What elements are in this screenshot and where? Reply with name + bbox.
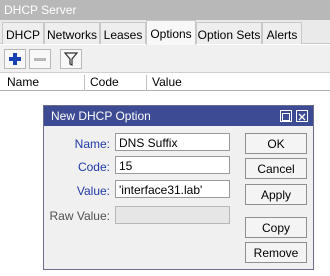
- column-name[interactable]: Name: [2, 75, 86, 91]
- raw-value-label: Raw Value:: [49, 209, 110, 223]
- value-label: Value:: [76, 184, 110, 198]
- column-value[interactable]: Value: [146, 75, 330, 91]
- remove-button[interactable]: Remove: [245, 242, 307, 263]
- code-label: Code:: [77, 160, 110, 174]
- table-header: Name Code Value: [0, 73, 330, 91]
- window-title: DHCP Server: [0, 0, 330, 20]
- tab-options[interactable]: Options: [146, 20, 196, 45]
- column-code[interactable]: Code: [84, 75, 146, 91]
- tab-networks[interactable]: Networks: [44, 22, 100, 44]
- add-button[interactable]: [4, 49, 26, 69]
- add-icon: [9, 53, 21, 65]
- copy-button[interactable]: Copy: [245, 217, 307, 238]
- code-field[interactable]: 15: [115, 156, 230, 174]
- tab-option-sets[interactable]: Option Sets: [196, 22, 262, 44]
- toolbar: [0, 45, 330, 73]
- cancel-button[interactable]: Cancel: [245, 158, 307, 179]
- filter-button[interactable]: [60, 49, 82, 69]
- remove-button[interactable]: [29, 49, 51, 69]
- name-field[interactable]: DNS Suffix: [115, 133, 230, 151]
- apply-button[interactable]: Apply: [245, 184, 307, 205]
- tab-alerts[interactable]: Alerts: [262, 22, 302, 44]
- filter-icon: [64, 52, 78, 66]
- tab-dhcp[interactable]: DHCP: [2, 22, 44, 44]
- restore-button[interactable]: [280, 110, 292, 122]
- name-label: Name:: [74, 137, 110, 151]
- ok-button[interactable]: OK: [245, 133, 307, 154]
- close-button[interactable]: [296, 110, 308, 122]
- value-field[interactable]: 'interface31.lab': [115, 180, 230, 198]
- tab-bar: DHCP Networks Leases Options Option Sets…: [0, 20, 330, 45]
- new-dhcp-option-dialog: New DHCP Option Name: DNS Suffix Code: 1…: [43, 105, 314, 270]
- close-icon: [298, 113, 306, 121]
- tab-leases[interactable]: Leases: [100, 22, 146, 44]
- raw-value-field: [115, 206, 230, 224]
- remove-icon: [34, 58, 46, 61]
- dialog-title-text: New DHCP Option: [51, 109, 151, 123]
- restore-icon: [282, 113, 290, 121]
- dialog-title: New DHCP Option: [44, 106, 313, 126]
